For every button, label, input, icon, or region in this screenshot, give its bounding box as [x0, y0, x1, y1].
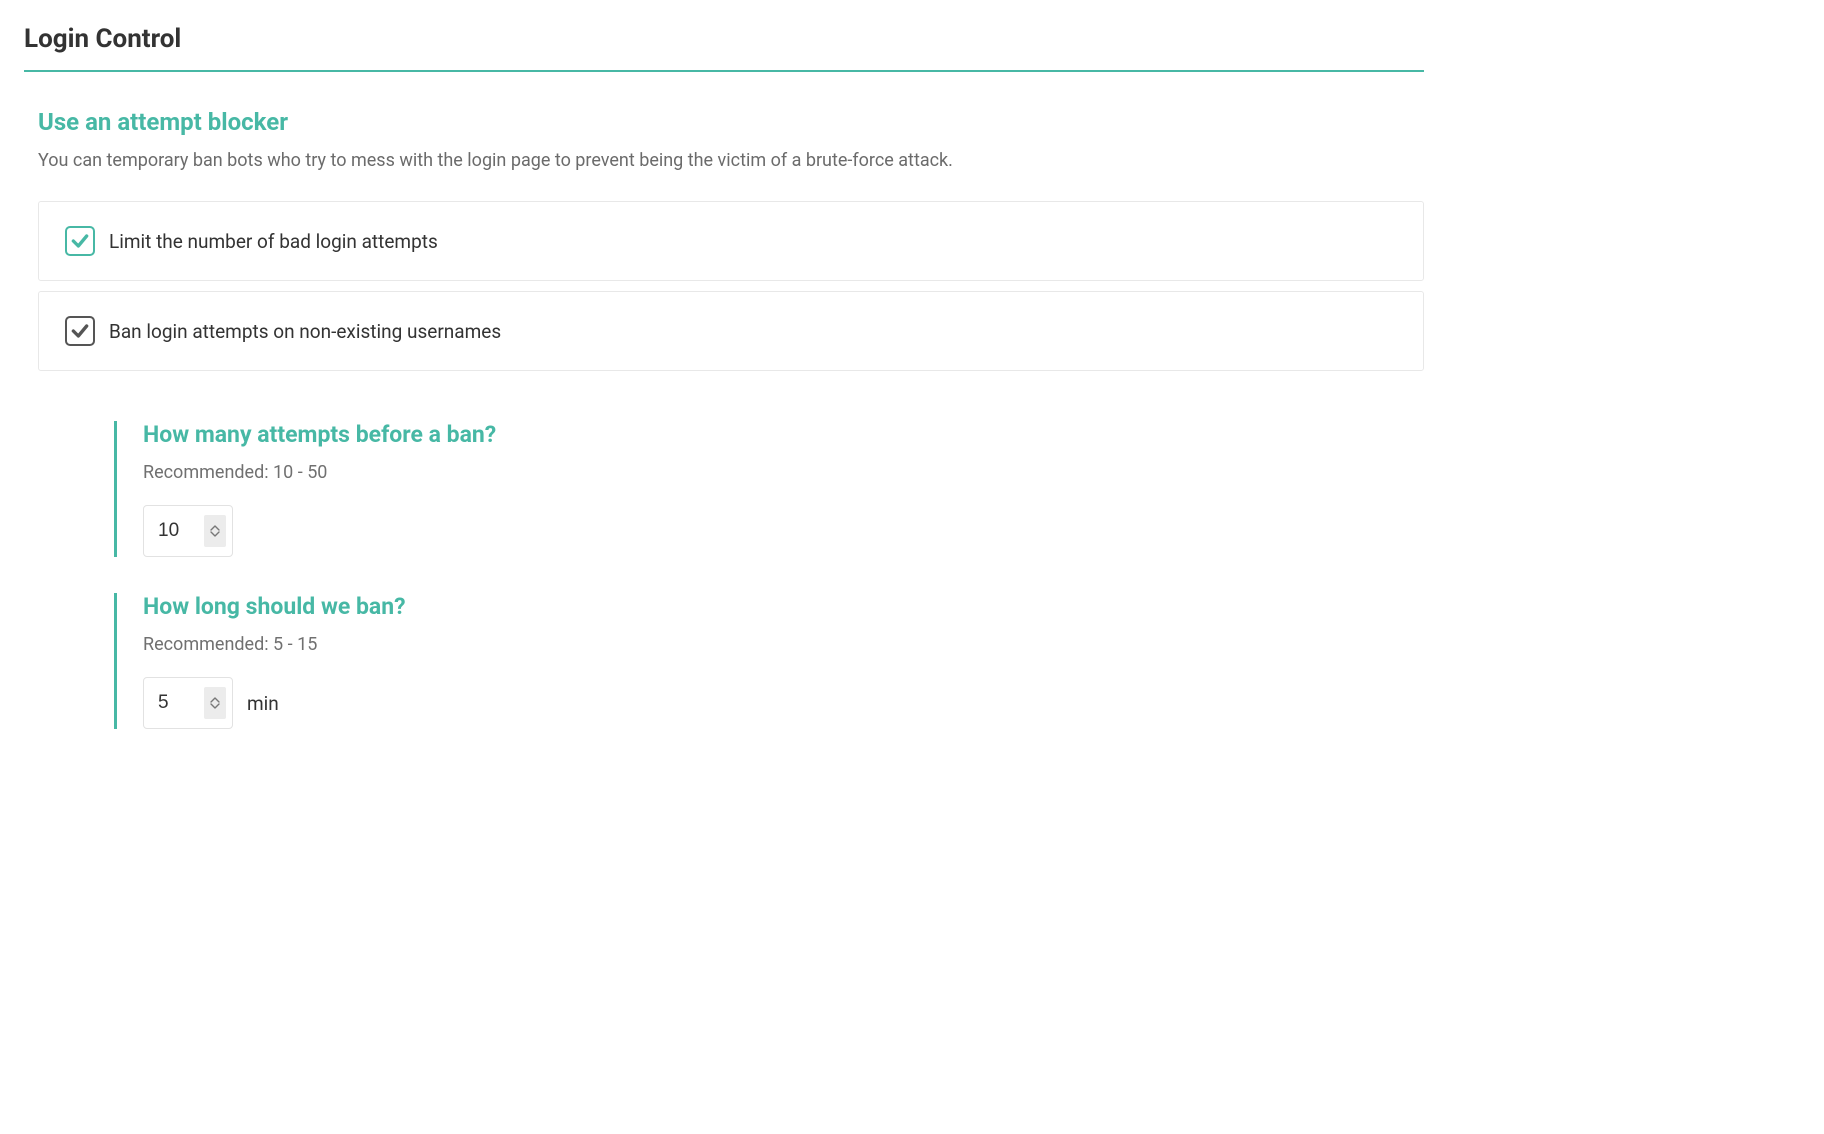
heading-ban-duration: How long should we ban?: [143, 593, 1424, 620]
attempts-input[interactable]: [158, 520, 204, 542]
block-ban-duration: How long should we ban? Recommended: 5 -…: [114, 593, 1424, 729]
attempts-input-wrapper: [143, 505, 233, 557]
check-icon: [70, 321, 90, 341]
chevron-down-icon: [210, 703, 220, 709]
section-description: You can temporary ban bots who try to me…: [38, 150, 1424, 171]
checkbox-label-ban-nonexistent: Ban login attempts on non-existing usern…: [109, 320, 501, 343]
option-limit-attempts[interactable]: Limit the number of bad login attempts: [38, 201, 1424, 281]
attempts-stepper[interactable]: [204, 515, 226, 547]
checkbox-limit-attempts[interactable]: [65, 226, 95, 256]
checkbox-ban-nonexistent[interactable]: [65, 316, 95, 346]
duration-input[interactable]: [158, 692, 204, 714]
recommended-attempts: Recommended: 10 - 50: [143, 462, 1424, 483]
option-ban-nonexistent[interactable]: Ban login attempts on non-existing usern…: [38, 291, 1424, 371]
check-icon: [70, 231, 90, 251]
title-divider: [24, 70, 1424, 72]
heading-attempts-before-ban: How many attempts before a ban?: [143, 421, 1424, 448]
section-title-attempt-blocker: Use an attempt blocker: [38, 108, 1424, 136]
checkbox-label-limit-attempts: Limit the number of bad login attempts: [109, 230, 438, 253]
duration-input-wrapper: [143, 677, 233, 729]
page-title: Login Control: [24, 24, 1424, 54]
recommended-duration: Recommended: 5 - 15: [143, 634, 1424, 655]
duration-unit: min: [247, 692, 279, 715]
duration-stepper[interactable]: [204, 687, 226, 719]
block-attempts-before-ban: How many attempts before a ban? Recommen…: [114, 421, 1424, 557]
chevron-down-icon: [210, 531, 220, 537]
